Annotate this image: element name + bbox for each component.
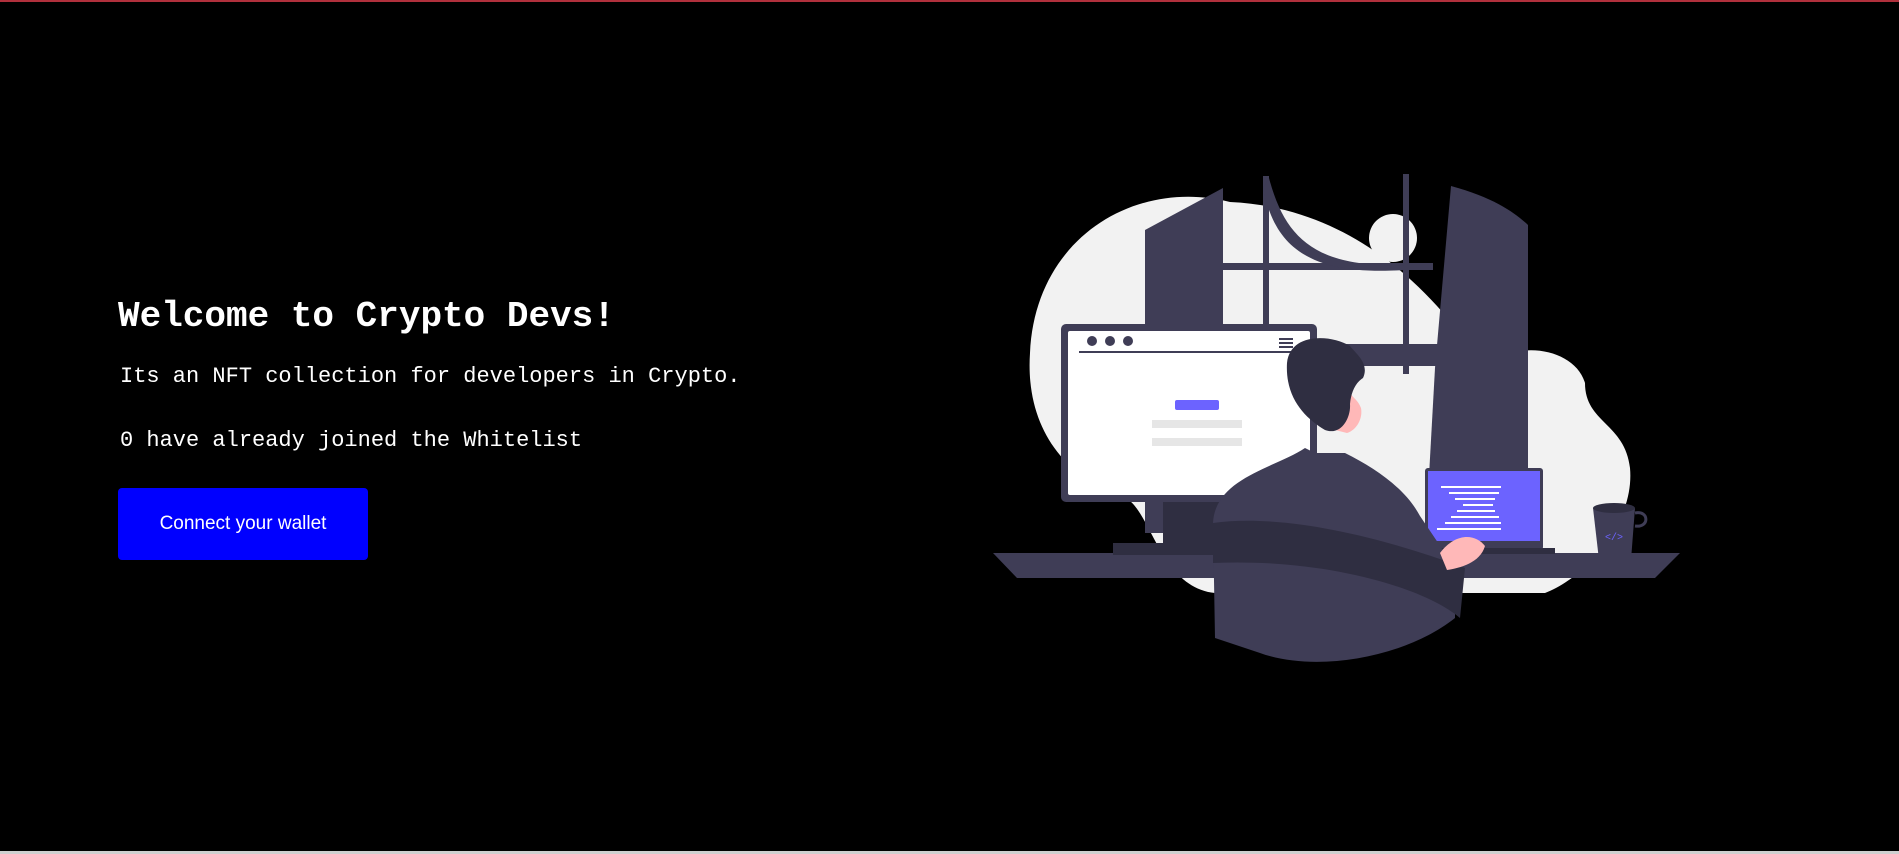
- page-title: Welcome to Crypto Devs!: [118, 296, 615, 337]
- connect-wallet-button[interactable]: Connect your wallet: [118, 488, 368, 560]
- top-border: [0, 0, 1899, 2]
- page-description: Its an NFT collection for developers in …: [120, 364, 741, 389]
- moon-circle: [1369, 214, 1417, 262]
- code-brackets-icon: </>: [1605, 532, 1623, 544]
- whitelist-count: 0 have already joined the Whitelist: [120, 428, 583, 453]
- developer-at-desk-illustration: </>: [993, 174, 1680, 662]
- page: Welcome to Crypto Devs! Its an NFT colle…: [0, 0, 1899, 854]
- hero-section: Welcome to Crypto Devs! Its an NFT colle…: [118, 292, 878, 560]
